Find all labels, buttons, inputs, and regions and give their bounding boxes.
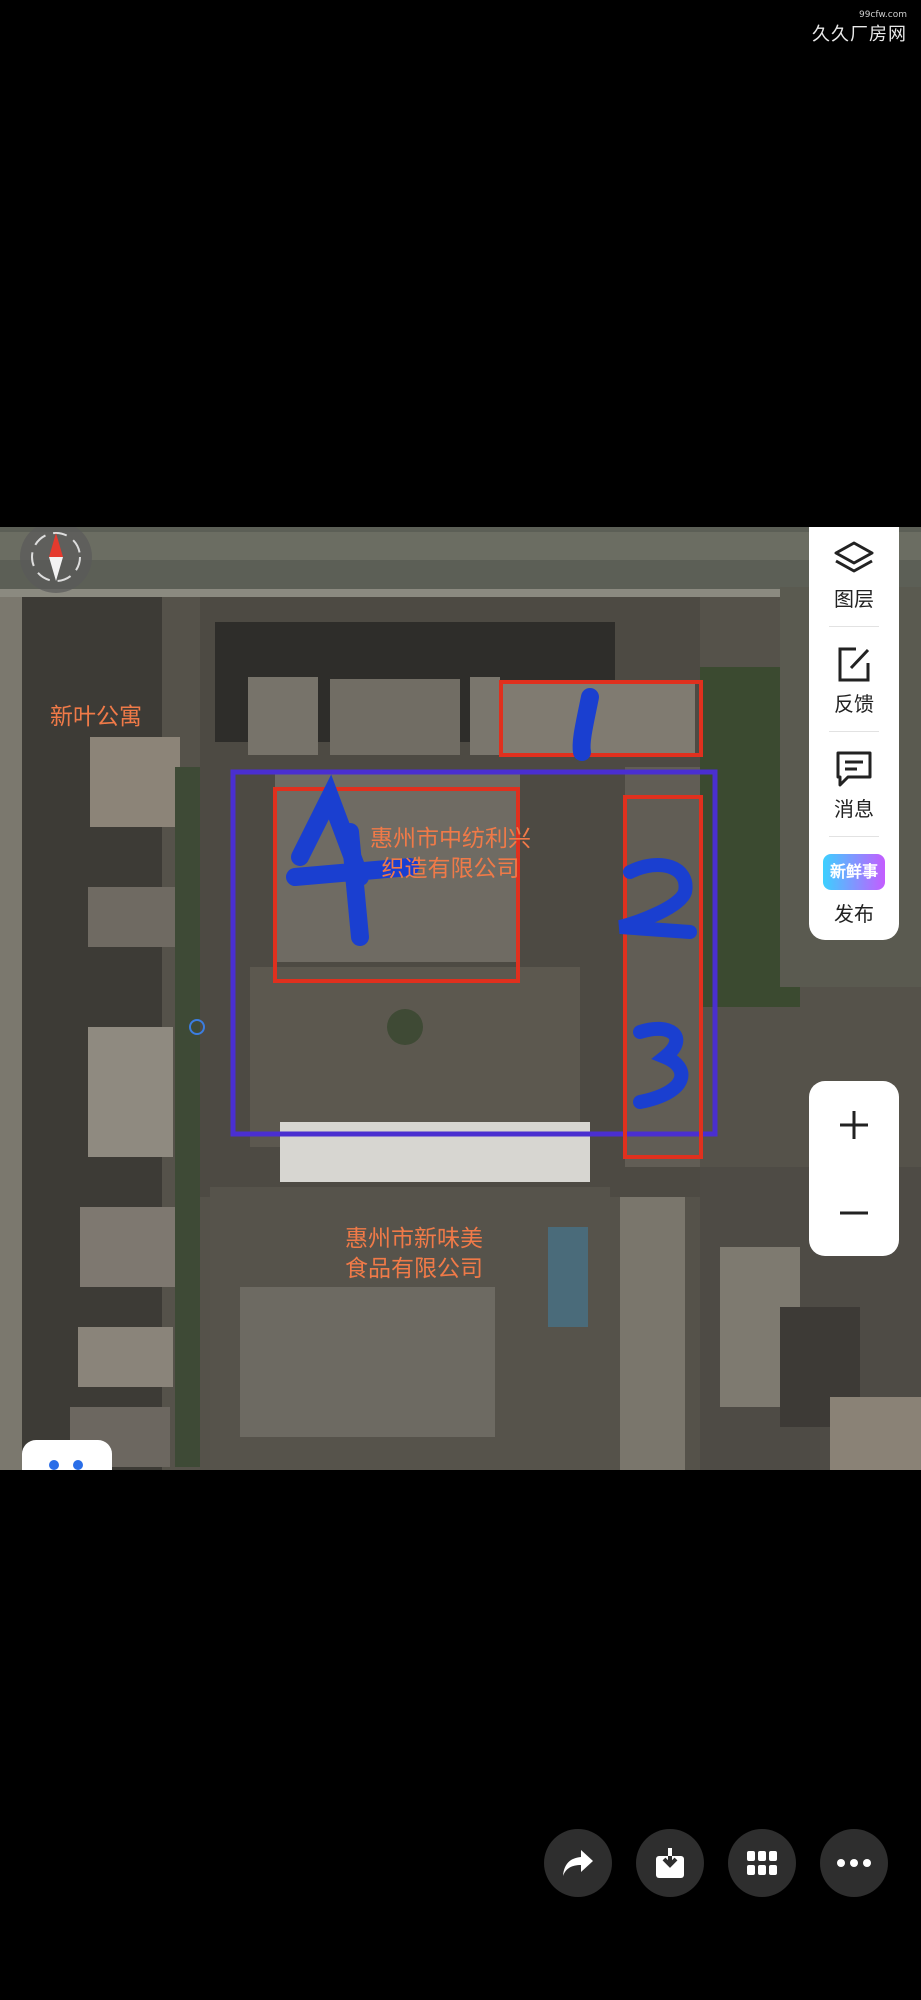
location-button[interactable] xyxy=(22,1440,112,1470)
satellite-imagery xyxy=(0,527,921,1470)
satellite-map[interactable]: 新叶公寓 惠州市中纺利兴 织造有限公司 惠州市新味美 食品有限公司 xyxy=(0,527,921,1470)
share-button[interactable] xyxy=(544,1829,612,1897)
zoom-in-button[interactable] xyxy=(809,1081,899,1168)
more-icon xyxy=(837,1859,871,1867)
edit-icon xyxy=(838,647,870,682)
publish-button[interactable]: 新鲜事 发布 xyxy=(809,842,899,937)
zoom-controls xyxy=(809,1081,899,1256)
compass-icon[interactable] xyxy=(18,527,94,593)
messages-label: 消息 xyxy=(834,797,874,821)
watermark-logo: 99cfw.com 久久厂房网 xyxy=(789,10,909,45)
divider xyxy=(829,626,879,627)
fresh-news-badge: 新鲜事 xyxy=(823,854,885,890)
map-tool-panel: 图层 反馈 消息 新鲜事 发布 xyxy=(809,527,899,940)
message-icon xyxy=(836,751,872,787)
download-icon xyxy=(656,1848,684,1878)
minus-icon xyxy=(840,1211,868,1214)
place-label-company-2: 惠州市新味美 食品有限公司 xyxy=(345,1224,483,1284)
place-label-company-1-line1: 惠州市中纺利兴 xyxy=(370,826,531,852)
layers-label: 图层 xyxy=(834,587,874,611)
grid-icon xyxy=(747,1851,777,1875)
more-button[interactable] xyxy=(820,1829,888,1897)
feedback-button[interactable]: 反馈 xyxy=(809,632,899,727)
layers-button[interactable]: 图层 xyxy=(809,527,899,622)
divider xyxy=(829,731,879,732)
dot-icon xyxy=(49,1460,59,1470)
share-icon xyxy=(563,1850,593,1876)
zoom-out-button[interactable] xyxy=(809,1169,899,1256)
place-label-company-1: 惠州市中纺利兴 织造有限公司 xyxy=(370,824,531,884)
place-label-company-2-line2: 食品有限公司 xyxy=(345,1256,483,1282)
publish-label: 发布 xyxy=(834,902,874,926)
watermark-brand: 久久厂房网 xyxy=(812,24,907,45)
place-label-company-1-line2: 织造有限公司 xyxy=(381,856,520,882)
download-button[interactable] xyxy=(636,1829,704,1897)
layers-icon xyxy=(834,541,874,573)
place-label-company-2-line1: 惠州市新味美 xyxy=(345,1226,483,1252)
place-label-xinye: 新叶公寓 xyxy=(50,704,142,730)
dot-icon xyxy=(73,1460,83,1470)
grid-button[interactable] xyxy=(728,1829,796,1897)
plus-icon xyxy=(840,1110,868,1139)
watermark-domain: 99cfw.com xyxy=(858,10,907,20)
messages-button[interactable]: 消息 xyxy=(809,737,899,832)
feedback-label: 反馈 xyxy=(834,692,874,716)
divider xyxy=(829,836,879,837)
